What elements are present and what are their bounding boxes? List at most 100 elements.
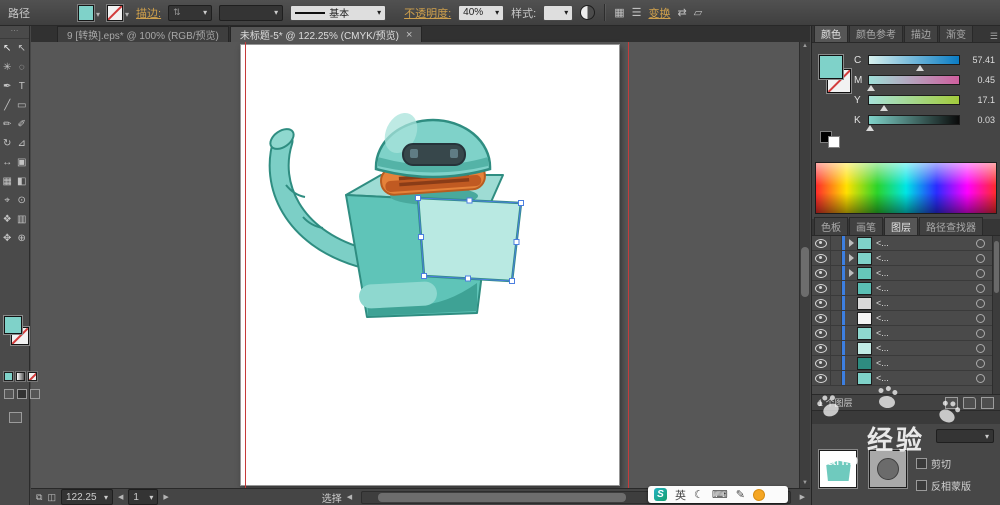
- layer-thumbnail[interactable]: [857, 236, 872, 250]
- slider-thumb[interactable]: [916, 65, 925, 71]
- robot-illustration[interactable]: [241, 45, 619, 485]
- layer-row[interactable]: <...: [812, 326, 992, 341]
- graph-tool[interactable]: ▥: [15, 210, 30, 229]
- magenta-slider[interactable]: [866, 75, 960, 91]
- layer-thumbnail[interactable]: [857, 326, 872, 340]
- stepper-icon[interactable]: [173, 7, 181, 18]
- tab-layers[interactable]: 图层: [884, 217, 918, 235]
- scroll-right-icon[interactable]: [800, 493, 805, 501]
- target-circle-icon[interactable]: [976, 358, 985, 368]
- visibility-eye-icon[interactable]: [812, 341, 831, 355]
- layer-thumbnail[interactable]: [857, 281, 872, 295]
- layer-thumbnail[interactable]: [857, 296, 872, 310]
- direct-selection-tool[interactable]: ↖: [15, 39, 30, 58]
- vertical-scroll-thumb[interactable]: [801, 247, 809, 297]
- color-spectrum-bar[interactable]: [815, 162, 997, 214]
- recolor-artwork-icon[interactable]: [580, 5, 596, 20]
- handwriting-icon[interactable]: [736, 488, 745, 501]
- gradient-mode-swatch[interactable]: [16, 372, 25, 381]
- moon-icon[interactable]: [694, 488, 704, 501]
- artboard[interactable]: [240, 44, 620, 486]
- next-artboard-button[interactable]: [163, 493, 168, 501]
- zoom-tool[interactable]: ⊕: [15, 229, 30, 248]
- new-layer-button[interactable]: [963, 396, 976, 409]
- artboard-select[interactable]: 1: [128, 489, 159, 505]
- checkbox-icon[interactable]: [916, 458, 927, 469]
- tab-brushes[interactable]: 画笔: [849, 217, 883, 235]
- fill-color-button[interactable]: [78, 4, 100, 22]
- paintbrush-tool[interactable]: ✏: [0, 115, 15, 134]
- selection-tool[interactable]: ↖: [0, 39, 15, 58]
- black-value[interactable]: 0.03: [965, 115, 995, 125]
- layer-row[interactable]: <...: [812, 356, 992, 371]
- delete-layer-button[interactable]: [981, 396, 994, 409]
- target-circle-icon[interactable]: [976, 268, 985, 278]
- target-circle-icon[interactable]: [976, 283, 985, 293]
- align-icon[interactable]: [678, 6, 687, 19]
- layers-scroll-thumb[interactable]: [994, 241, 999, 293]
- tab-pathfinder[interactable]: 路径查找器: [919, 217, 983, 235]
- layer-row[interactable]: <...: [812, 341, 992, 356]
- expand-triangle-icon[interactable]: [849, 269, 854, 277]
- stroke-color-button[interactable]: [107, 4, 129, 22]
- layer-row[interactable]: <...: [812, 311, 992, 326]
- target-circle-icon[interactable]: [976, 373, 985, 383]
- visibility-eye-icon[interactable]: [812, 296, 831, 310]
- prev-artboard-button[interactable]: [118, 493, 123, 501]
- free-transform-tool[interactable]: ▣: [15, 153, 30, 172]
- tab-color-guide[interactable]: 颜色参考: [849, 24, 903, 42]
- rotate-tool[interactable]: ↻: [0, 134, 15, 153]
- object-thumbnail[interactable]: [819, 450, 857, 488]
- visibility-eye-icon[interactable]: [812, 356, 831, 370]
- draw-behind-icon[interactable]: [17, 389, 27, 399]
- visibility-eye-icon[interactable]: [812, 371, 831, 385]
- toolbar-fill-swatch[interactable]: [4, 316, 22, 334]
- vertical-scrollbar[interactable]: [799, 42, 810, 488]
- pencil-tool[interactable]: ✐: [15, 115, 30, 134]
- magic-wand-tool[interactable]: ✳: [0, 58, 15, 77]
- line-tool[interactable]: ╱: [0, 96, 15, 115]
- tab-color[interactable]: 颜色: [814, 24, 848, 42]
- preferences-icon[interactable]: [632, 6, 642, 19]
- tab-gradient[interactable]: 渐变: [939, 24, 973, 42]
- opacity-select[interactable]: 40%: [458, 4, 505, 21]
- layer-thumbnail[interactable]: [857, 341, 872, 355]
- visibility-eye-icon[interactable]: [812, 326, 831, 340]
- none-mode-swatch[interactable]: [28, 372, 37, 381]
- fill-swatch[interactable]: [78, 4, 94, 21]
- target-circle-icon[interactable]: [976, 343, 985, 353]
- cyan-value[interactable]: 57.41: [965, 55, 995, 65]
- transform-link[interactable]: 变换: [649, 5, 671, 21]
- stroke-swatch[interactable]: [107, 4, 124, 21]
- layer-row[interactable]: <...: [812, 296, 992, 311]
- opacity-link[interactable]: 不透明度:: [404, 5, 451, 21]
- white-swatch[interactable]: [828, 136, 840, 148]
- scale-tool[interactable]: ⊿: [15, 134, 30, 153]
- tab-swatches[interactable]: 色板: [814, 217, 848, 235]
- yellow-slider[interactable]: [868, 95, 960, 111]
- variable-width-select[interactable]: [219, 4, 284, 21]
- target-circle-icon[interactable]: [976, 238, 985, 248]
- visibility-eye-icon[interactable]: [812, 236, 831, 250]
- screen-mode-icon[interactable]: [9, 412, 22, 423]
- invert-mask-checkbox[interactable]: 反相蒙版: [916, 478, 971, 493]
- sogou-logo-icon[interactable]: S: [654, 488, 667, 501]
- width-tool[interactable]: ↔: [0, 153, 15, 172]
- visibility-eye-icon[interactable]: [812, 266, 831, 280]
- layer-thumbnail[interactable]: [857, 251, 872, 265]
- scroll-up-icon[interactable]: [800, 42, 810, 51]
- visibility-eye-icon[interactable]: [812, 311, 831, 325]
- target-circle-icon[interactable]: [976, 328, 985, 338]
- stroke-weight-select[interactable]: [168, 4, 213, 21]
- make-mask-button[interactable]: [945, 396, 958, 409]
- close-tab-icon[interactable]: ×: [406, 29, 412, 41]
- layer-thumbnail[interactable]: [857, 311, 872, 325]
- tab-stroke[interactable]: 描边: [904, 24, 938, 42]
- ime-menu-icon[interactable]: [752, 488, 765, 501]
- layer-thumbnail[interactable]: [857, 356, 872, 370]
- draw-inside-icon[interactable]: [30, 389, 40, 399]
- guide-vertical-right[interactable]: [628, 42, 629, 488]
- yellow-value[interactable]: 17.1: [965, 95, 995, 105]
- blend-tool[interactable]: ⊙: [15, 191, 30, 210]
- magenta-value[interactable]: 0.45: [965, 75, 995, 85]
